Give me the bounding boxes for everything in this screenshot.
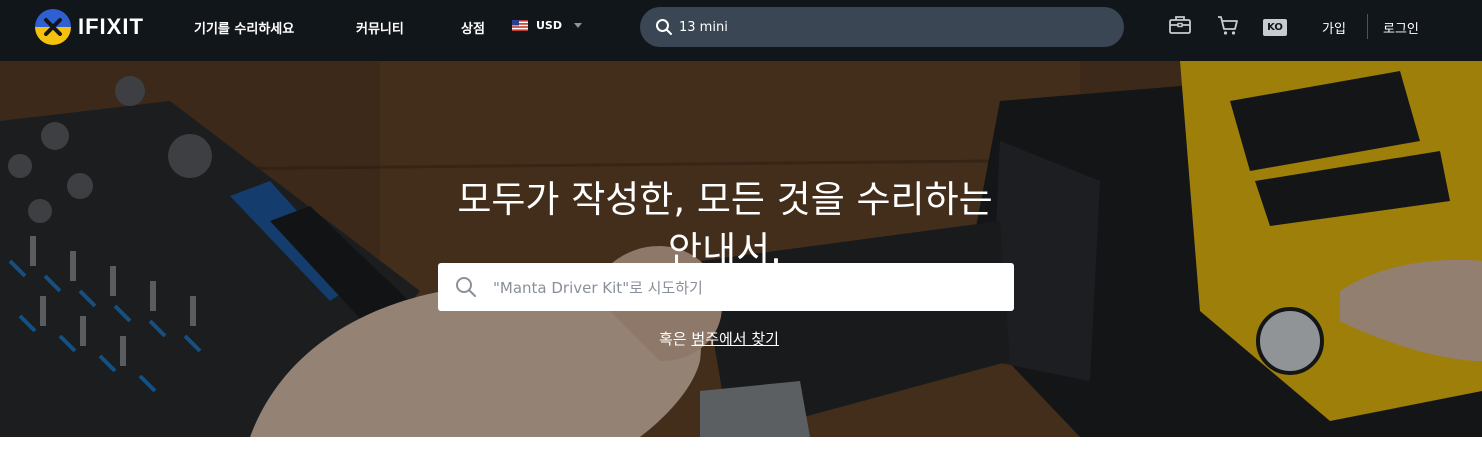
us-flag-icon: [512, 20, 528, 31]
search-icon: [656, 19, 672, 35]
nav-fix-device[interactable]: 기기를 수리하세요: [194, 18, 294, 37]
header-search-input[interactable]: 13 mini: [679, 20, 728, 35]
top-navigation-bar: IFIXIT 기기를 수리하세요 커뮤니티 상점 USD 13 mini KO …: [0, 0, 1482, 61]
toolbox-icon[interactable]: [1168, 14, 1192, 36]
header-divider: [1367, 14, 1368, 39]
hero-banner: 모두가 작성한, 모든 것을 수리하는 안내서. "Manta Driver K…: [0, 61, 1482, 437]
login-link[interactable]: 로그인: [1383, 18, 1419, 37]
logo-mark-icon: [35, 9, 71, 45]
nav-community[interactable]: 커뮤니티: [356, 18, 404, 37]
chevron-down-icon: [574, 23, 582, 28]
hero-title: 모두가 작성한, 모든 것을 수리하는 안내서.: [0, 174, 1450, 276]
currency-selector[interactable]: USD: [512, 19, 582, 32]
hero-search-input[interactable]: "Manta Driver Kit"로 시도하기: [493, 277, 703, 298]
logo-text: IFIXIT: [78, 14, 144, 39]
cart-icon[interactable]: [1216, 14, 1240, 36]
browse-categories-link[interactable]: 범주에서 찾기: [691, 330, 779, 348]
signup-link[interactable]: 가입: [1322, 18, 1346, 37]
browse-categories: 혹은 범주에서 찾기: [659, 328, 779, 349]
search-icon: [456, 277, 476, 297]
header-search-bar[interactable]: 13 mini: [640, 7, 1124, 47]
currency-label: USD: [536, 19, 562, 32]
language-selector[interactable]: KO: [1263, 19, 1287, 36]
hero-search-box[interactable]: "Manta Driver Kit"로 시도하기: [438, 263, 1014, 311]
nav-store[interactable]: 상점: [461, 18, 485, 37]
browse-prefix: 혹은: [659, 330, 687, 348]
ifixit-logo[interactable]: IFIXIT: [35, 9, 144, 45]
hero-title-line1: 모두가 작성한, 모든 것을 수리하는: [457, 177, 993, 221]
